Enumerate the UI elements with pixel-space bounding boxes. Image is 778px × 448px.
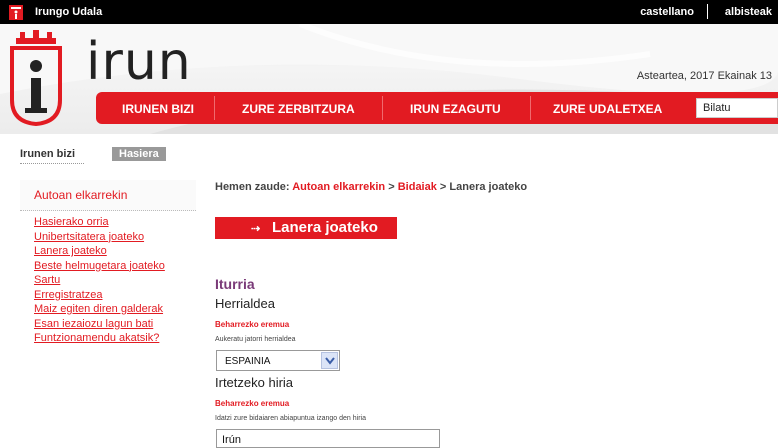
- sidebar-menu: Hasierako orria Unibertsitatera joateko …: [20, 215, 196, 346]
- arrow-right-icon: ⇢: [251, 223, 261, 235]
- breadcrumb-link-bidaiak[interactable]: Bidaiak: [398, 181, 437, 193]
- breadcrumb-link-autoan[interactable]: Autoan elkarrekin: [292, 181, 385, 193]
- nav-divider: [530, 96, 531, 120]
- city-logo-icon: [9, 5, 23, 20]
- sidebar-item-hasierako-orria[interactable]: Hasierako orria: [34, 216, 109, 228]
- breadcrumb-prefix: Hemen zaude:: [215, 181, 290, 193]
- nav-item-irun-ezagutu[interactable]: IRUN EZAGUTU: [410, 102, 501, 116]
- top-bar: Irungo Udala castellano albisteak: [0, 0, 778, 24]
- site-name[interactable]: Irungo Udala: [35, 6, 102, 18]
- nav-item-zure-zerbitzura[interactable]: ZURE ZERBITZURA: [242, 102, 355, 116]
- country-required-note: Beharrezko eremua: [215, 320, 290, 329]
- sidebar-item-akatsik[interactable]: Funtzionamendu akatsik?: [34, 332, 159, 344]
- nav-item-zure-udaletxea[interactable]: ZURE UDALETXEA: [553, 102, 662, 116]
- site-wordmark: irun: [86, 32, 192, 92]
- divider: [20, 163, 84, 164]
- form-section-title: Iturria: [215, 276, 255, 292]
- section-crumb-irunen-bizi[interactable]: Irunen bizi: [20, 148, 75, 160]
- sidebar-item-unibertsitatera[interactable]: Unibertsitatera joateko: [34, 231, 144, 243]
- departure-city-required-note: Beharrezko eremua: [215, 399, 290, 408]
- sidebar-item-erregistratzea[interactable]: Erregistratzea: [34, 289, 102, 301]
- sidebar-title[interactable]: Autoan elkarrekin: [20, 180, 196, 211]
- nav-divider: [214, 96, 215, 120]
- chevron-down-icon[interactable]: [321, 352, 338, 369]
- breadcrumb-separator: >: [439, 181, 447, 193]
- sidebar-item-galderak[interactable]: Maiz egiten diren galderak: [34, 303, 163, 315]
- section-crumb-hasiera[interactable]: Hasiera: [112, 147, 166, 161]
- current-date: Asteartea, 2017 Ekainak 13: [636, 70, 772, 82]
- country-select[interactable]: ESPAINIA: [216, 350, 340, 371]
- sidebar: Autoan elkarrekin Hasierako orria Uniber…: [20, 180, 196, 346]
- sidebar-item-lanera[interactable]: Lanera joateko: [34, 245, 107, 257]
- search-input[interactable]: Bilatu: [696, 98, 778, 118]
- departure-city-label: Irtetzeko hiria: [215, 375, 294, 390]
- section-breadcrumb: Irunen bizi Hasiera: [20, 147, 166, 161]
- country-select-value: ESPAINIA: [225, 356, 271, 367]
- page-title: Lanera joateko: [272, 219, 378, 236]
- nav-item-irunen-bizi[interactable]: IRUNEN BIZI: [122, 102, 194, 116]
- sidebar-item-beste-helmugetara[interactable]: Beste helmugetara joateko: [34, 260, 165, 272]
- topbar-divider: [707, 4, 708, 19]
- breadcrumb-current: Lanera joateko: [449, 181, 528, 193]
- nav-divider: [382, 96, 383, 120]
- sidebar-item-esan-lagun[interactable]: Esan iezaiozu lagun bati: [34, 318, 153, 330]
- page-title-banner: ⇢ Lanera joateko: [215, 217, 397, 239]
- departure-city-input[interactable]: Irún: [216, 429, 440, 448]
- irun-crest-icon[interactable]: [6, 30, 66, 126]
- departure-city-hint: Idatzi zure bidaiaren abiapuntua izango …: [215, 415, 366, 422]
- breadcrumb: Hemen zaude: Autoan elkarrekin > Bidaiak…: [215, 181, 527, 193]
- country-hint: Aukeratu jatorri herrialdea: [215, 336, 296, 343]
- breadcrumb-separator: >: [388, 181, 395, 193]
- news-link[interactable]: albisteak: [725, 6, 772, 18]
- country-label: Herrialdea: [215, 296, 275, 311]
- main-navigation: IRUNEN BIZI ZURE ZERBITZURA IRUN EZAGUTU…: [96, 92, 778, 124]
- sidebar-item-sartu[interactable]: Sartu: [34, 274, 60, 286]
- language-link[interactable]: castellano: [640, 6, 694, 18]
